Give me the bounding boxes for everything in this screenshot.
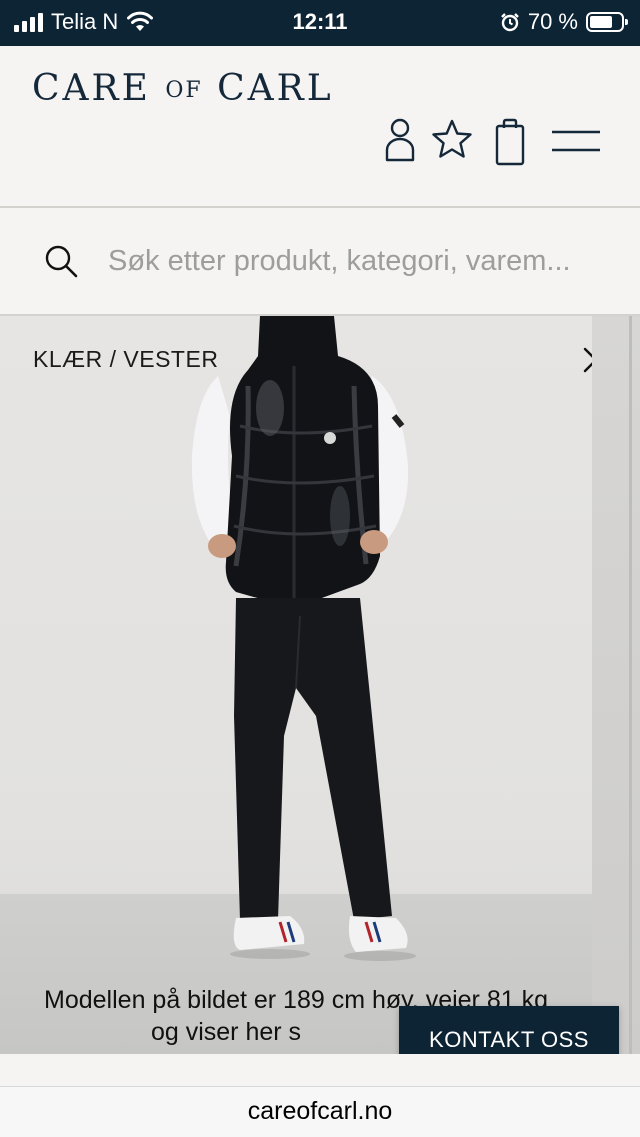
status-bar: Telia N 12:11 70 % — [0, 0, 640, 46]
user-icon[interactable] — [384, 118, 416, 162]
battery-icon — [586, 12, 628, 32]
close-icon[interactable] — [582, 346, 592, 374]
site-header: CARE OF CARL — [0, 46, 640, 206]
logo-of: OF — [165, 78, 203, 103]
browser-url-bar[interactable]: careofcarl.no — [0, 1086, 640, 1137]
page-bottom — [0, 1054, 640, 1086]
search-bar — [0, 208, 640, 314]
battery-percent: 70 % — [527, 9, 578, 34]
star-icon[interactable] — [430, 118, 474, 160]
site-logo[interactable]: CARE OF CARL — [32, 68, 334, 109]
menu-icon[interactable] — [552, 130, 600, 152]
model-photo — [191, 316, 416, 961]
alarm-icon — [500, 13, 519, 32]
next-image-peek[interactable] — [592, 316, 640, 1054]
product-image[interactable]: KLÆR / VESTER Modellen på bildet er 189 … — [0, 316, 592, 1054]
logo-carl: CARL — [202, 68, 334, 109]
status-right: 70 % — [500, 9, 628, 35]
search-icon[interactable] — [44, 244, 78, 278]
logo-care: CARE — [32, 68, 166, 109]
bag-icon[interactable] — [494, 118, 526, 166]
url-label: careofcarl.no — [247, 1097, 393, 1125]
search-input[interactable] — [108, 238, 624, 284]
breadcrumb[interactable]: KLÆR / VESTER — [33, 346, 218, 373]
